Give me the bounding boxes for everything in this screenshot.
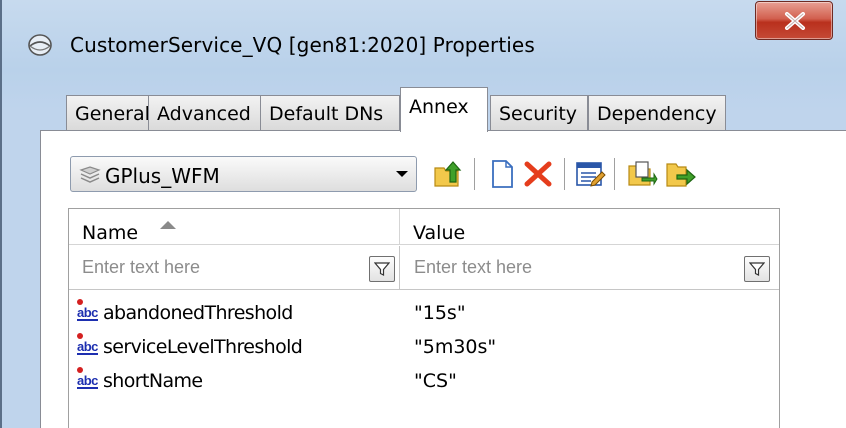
tab-default-dns[interactable]: Default DNs <box>260 95 400 131</box>
tab-advanced[interactable]: Advanced <box>148 95 262 131</box>
window-title: CustomerService_VQ [gen81:2020] Properti… <box>70 33 535 57</box>
virtual-queue-icon <box>26 33 54 57</box>
column-divider <box>399 246 400 290</box>
value-filter-button[interactable] <box>744 256 770 282</box>
move-button[interactable] <box>664 158 696 190</box>
column-divider[interactable] <box>399 209 400 245</box>
tab-label: Advanced <box>157 103 251 125</box>
string-option-icon: abc <box>76 367 102 393</box>
icon-text: abc <box>77 373 98 389</box>
sections-icon <box>79 166 101 189</box>
tab-security[interactable]: Security <box>490 95 588 131</box>
tab-label: Security <box>499 103 578 125</box>
column-header-value[interactable]: Value <box>413 209 773 245</box>
tab-dependency[interactable]: Dependency <box>588 95 726 131</box>
toolbar-separator <box>564 158 565 190</box>
name-filter-input[interactable] <box>69 246 365 288</box>
new-document-icon <box>492 160 513 188</box>
option-name: serviceLevelThreshold <box>103 336 303 358</box>
tab-label: Annex <box>409 96 469 118</box>
filter-funnel-icon <box>374 262 390 276</box>
filter-funnel-icon <box>749 262 765 276</box>
toolbar-separator <box>474 158 475 190</box>
option-value: "CS" <box>414 370 457 392</box>
table-row[interactable]: abc abandonedThreshold "15s" <box>69 296 779 330</box>
up-folder-icon <box>434 161 462 187</box>
tab-annex[interactable]: Annex <box>400 87 488 132</box>
annex-options-grid: Name Value Enter text here Enter text he… <box>68 208 780 428</box>
icon-text: abc <box>77 305 98 321</box>
copy-button[interactable] <box>626 158 658 190</box>
string-option-icon: abc <box>76 299 102 325</box>
string-option-icon: abc <box>76 333 102 359</box>
option-name: shortName <box>103 370 203 392</box>
grid-header: Name Value <box>69 209 779 245</box>
table-row[interactable]: abc shortName "CS" <box>69 364 779 398</box>
title-bar[interactable]: CustomerService_VQ [gen81:2020] Properti… <box>2 0 846 75</box>
new-button[interactable] <box>486 158 518 190</box>
delete-x-icon <box>524 161 552 187</box>
filter-row <box>69 246 779 290</box>
section-dropdown-value: GPlus_WFM <box>105 164 220 188</box>
delete-button[interactable] <box>522 158 554 190</box>
option-value: "5m30s" <box>414 336 497 358</box>
column-header-label: Value <box>413 222 466 244</box>
toolbar-separator <box>614 158 615 190</box>
close-icon <box>785 12 805 30</box>
column-header-label: Name <box>82 222 139 244</box>
option-name: abandonedThreshold <box>103 302 293 324</box>
tab-general[interactable]: General <box>66 95 150 131</box>
section-dropdown[interactable]: GPlus_WFM <box>70 156 417 192</box>
edit-button[interactable] <box>574 158 606 190</box>
option-value: "15s" <box>414 302 466 324</box>
sort-ascending-icon <box>160 221 176 229</box>
copy-icon <box>628 161 658 186</box>
tab-label: General <box>75 103 150 125</box>
tab-label: Default DNs <box>269 103 384 125</box>
value-filter-input[interactable] <box>401 246 737 288</box>
move-icon <box>666 163 696 187</box>
name-filter-button[interactable] <box>369 256 395 282</box>
tab-label: Dependency <box>597 103 717 125</box>
chevron-down-icon <box>396 171 408 177</box>
close-button[interactable] <box>755 1 833 40</box>
column-header-name[interactable]: Name <box>82 209 398 245</box>
properties-window: CustomerService_VQ [gen81:2020] Properti… <box>0 0 846 428</box>
table-row[interactable]: abc serviceLevelThreshold "5m30s" <box>69 330 779 364</box>
up-level-button[interactable] <box>432 158 464 190</box>
edit-properties-icon <box>576 162 606 187</box>
icon-text: abc <box>77 339 98 355</box>
